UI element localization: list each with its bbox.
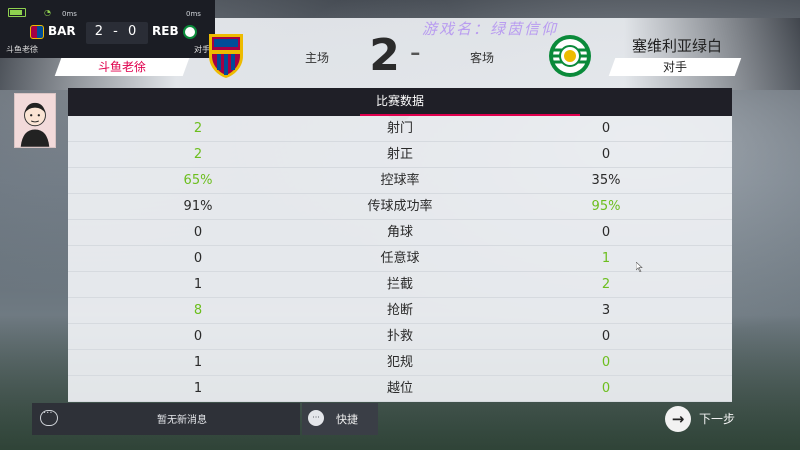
away-team-name: 塞维利亚绿白 [632, 37, 723, 55]
stats-table: 2 射门 0 2 射正 0 65% 控球率 35% 91% 传球成功率 95% 0 角球 0 0 任意球 1 1 拦截… [68, 116, 732, 402]
quick-chat-icon[interactable]: ··· [308, 410, 324, 426]
home-label: 主场 [305, 51, 330, 65]
stat-away-value: 95% [591, 199, 621, 214]
stat-name: 任意球 [380, 251, 420, 266]
mouse-cursor-icon [636, 262, 643, 272]
stat-name: 越位 [386, 381, 413, 396]
home-team-crest-icon [209, 34, 243, 78]
betis-crest-icon [183, 25, 197, 39]
stat-row: 91% 传球成功率 95% [68, 194, 732, 220]
stat-row: 8 抢断 3 [68, 298, 732, 324]
score-separator: - [409, 35, 423, 70]
stat-row: 2 射正 0 [68, 142, 732, 168]
stat-away-value: 0 [601, 121, 611, 136]
stat-row: 65% 控球率 35% [68, 168, 732, 194]
next-step-button[interactable]: 下一步 [699, 410, 735, 427]
stat-away-value: 0 [601, 225, 611, 240]
ping-right: 0ms [186, 10, 201, 18]
stat-away-value: 3 [601, 303, 611, 318]
stats-panel-title: 比赛数据 [375, 94, 424, 108]
mini-score: 2 - 0 [94, 24, 140, 39]
stat-away-value: 0 [601, 329, 611, 344]
stat-home-value: 65% [183, 173, 213, 188]
home-player-tag: 斗鱼老徐 [54, 58, 190, 76]
stat-away-value: 0 [601, 381, 611, 396]
quick-chat-label[interactable]: 快捷 [336, 411, 358, 427]
away-player-tag-text: 对手 [662, 60, 687, 74]
stat-name: 控球率 [380, 173, 420, 188]
chat-bubble-icon[interactable] [40, 408, 58, 426]
battery-icon [8, 8, 26, 17]
stat-away-value: 1 [601, 251, 611, 266]
stat-row: 2 射门 0 [68, 116, 732, 142]
stat-row: 0 角球 0 [68, 220, 732, 246]
mini-away-abbr: REB [152, 24, 179, 38]
stats-panel-header: 比赛数据 [68, 88, 732, 116]
stat-name: 拦截 [386, 277, 413, 292]
stat-away-value: 35% [591, 173, 621, 188]
message-text: 暂无新消息 [157, 415, 207, 426]
stat-row: 1 拦截 2 [68, 272, 732, 298]
stat-name: 射门 [386, 121, 413, 136]
barcelona-crest-icon [30, 25, 44, 39]
stat-name: 射正 [386, 147, 413, 162]
stat-name: 抢断 [386, 303, 413, 318]
stat-home-value: 1 [193, 277, 203, 292]
stat-home-value: 8 [193, 303, 203, 318]
stat-home-value: 2 [193, 147, 203, 162]
stat-name: 传球成功率 [367, 199, 433, 214]
mini-home-abbr: BAR [48, 24, 76, 38]
stat-home-value: 91% [183, 199, 213, 214]
arrow-right-icon[interactable]: → [665, 406, 691, 432]
stat-away-value: 0 [601, 147, 611, 162]
away-team-crest-icon [549, 35, 591, 77]
stat-row: 0 扑救 0 [68, 324, 732, 350]
ping-left: 0ms [62, 10, 77, 18]
stat-home-value: 0 [193, 225, 203, 240]
mini-score-row: BAR 2 - 0 REB [0, 22, 215, 44]
home-score: 2 [369, 30, 402, 81]
away-label: 客场 [470, 51, 495, 65]
home-player-tag-text: 斗鱼老徐 [97, 60, 146, 74]
away-player-tag: 对手 [608, 58, 742, 76]
stat-home-value: 1 [193, 381, 203, 396]
stat-row: 0 任意球 1 [68, 246, 732, 272]
stat-name: 扑救 [386, 329, 413, 344]
stat-name: 角球 [386, 225, 413, 240]
player-avatar [14, 93, 56, 148]
mini-home-player: 斗鱼老徐 [6, 45, 38, 54]
stat-row: 1 越位 0 [68, 376, 732, 402]
stat-home-value: 1 [193, 355, 203, 370]
stat-away-value: 0 [601, 355, 611, 370]
stat-home-value: 0 [193, 251, 203, 266]
wifi-icon: ◔ [44, 8, 51, 17]
stat-home-value: 2 [193, 121, 203, 136]
stat-row: 1 犯规 0 [68, 350, 732, 376]
stat-away-value: 2 [601, 277, 611, 292]
stat-name: 犯规 [386, 355, 413, 370]
stat-home-value: 0 [193, 329, 203, 344]
